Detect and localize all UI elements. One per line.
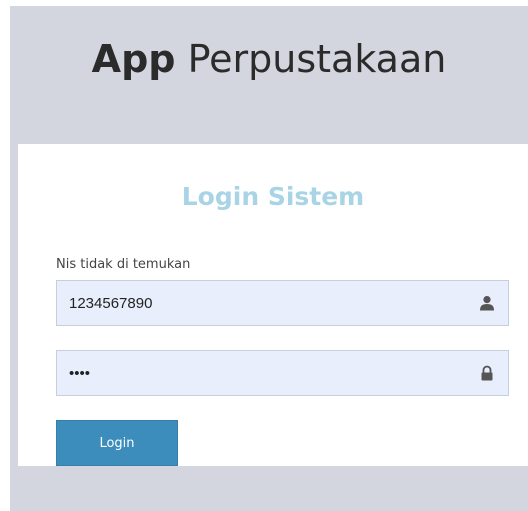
login-box-title: Login Sistem bbox=[181, 182, 365, 211]
login-box: Login Sistem Nis tidak di temukan Login bbox=[18, 144, 528, 466]
lock-icon bbox=[481, 365, 493, 381]
password-input[interactable] bbox=[57, 351, 508, 395]
login-button[interactable]: Login bbox=[56, 420, 178, 466]
nis-field-wrapper bbox=[56, 280, 509, 326]
app-brand-title: App Perpustakaan bbox=[10, 40, 528, 78]
nis-input[interactable] bbox=[57, 281, 508, 325]
brand-light-text: Perpustakaan bbox=[187, 37, 447, 81]
user-icon bbox=[480, 296, 494, 311]
password-field-wrapper bbox=[56, 350, 509, 396]
brand-bold-text: App bbox=[91, 37, 176, 81]
error-message: Nis tidak di temukan bbox=[56, 257, 191, 272]
login-page-background: App Perpustakaan Login Sistem Nis tidak … bbox=[10, 6, 528, 511]
